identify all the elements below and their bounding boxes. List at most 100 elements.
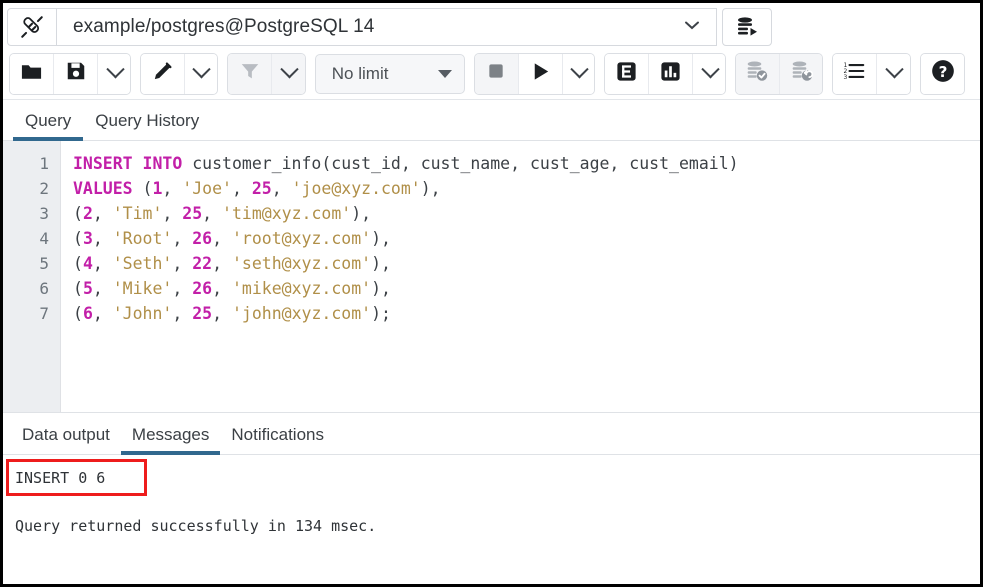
pencil-icon <box>151 60 174 88</box>
code-token: ), <box>371 254 391 273</box>
tab-data-output[interactable]: Data output <box>11 425 121 454</box>
code-token: , <box>93 279 113 298</box>
code-token: 26 <box>192 229 212 248</box>
execute-group <box>474 53 596 95</box>
plug-icon <box>7 8 57 46</box>
code-token: , <box>162 179 182 198</box>
editor-line-number-gutter: 1234567 <box>3 141 61 412</box>
code-line: (5, 'Mike', 26, 'mike@xyz.com'), <box>73 276 980 301</box>
filter-options-button[interactable] <box>272 54 306 94</box>
explain-group <box>604 53 726 95</box>
line-number: 7 <box>3 301 60 326</box>
commit-button[interactable] <box>736 54 780 94</box>
code-token: , <box>172 254 192 273</box>
explain-e-icon <box>615 60 638 88</box>
line-number: 1 <box>3 151 60 176</box>
tab-notifications[interactable]: Notifications <box>220 425 335 454</box>
code-token: 3 <box>83 229 93 248</box>
save-floppy-icon <box>65 60 87 87</box>
explain-analyze-button[interactable] <box>649 54 693 94</box>
tab-query[interactable]: Query <box>13 111 83 140</box>
code-token: VALUES <box>73 179 133 198</box>
code-token: , <box>162 204 182 223</box>
bar-chart-icon <box>659 60 682 88</box>
code-token: 'John' <box>113 304 173 323</box>
execute-query-button[interactable] <box>519 54 563 94</box>
code-token: 'joe@xyz.com' <box>292 179 421 198</box>
code-token: , <box>93 304 113 323</box>
connection-bar: example/postgres@PostgreSQL 14 <box>3 3 980 48</box>
code-token: , <box>172 279 192 298</box>
code-token: ), <box>371 279 391 298</box>
database-check-icon <box>745 59 769 88</box>
execute-options-button[interactable] <box>563 54 596 94</box>
code-token: 25 <box>182 204 202 223</box>
code-line: VALUES (1, 'Joe', 25, 'joe@xyz.com'), <box>73 176 980 201</box>
code-token: ( <box>73 279 83 298</box>
row-limit-select[interactable]: No limit <box>315 54 465 94</box>
edit-button[interactable] <box>141 54 185 94</box>
code-token: ( <box>133 179 153 198</box>
open-file-button[interactable] <box>10 54 54 94</box>
code-token: , <box>272 179 292 198</box>
tab-messages[interactable]: Messages <box>121 425 220 454</box>
code-token: 'seth@xyz.com' <box>232 254 371 273</box>
code-token: ); <box>371 304 391 323</box>
macros-options-button[interactable] <box>877 54 911 94</box>
chevron-down-icon <box>570 60 588 78</box>
code-token: 'mike@xyz.com' <box>232 279 371 298</box>
help-button[interactable]: ? <box>921 54 965 94</box>
code-line: (6, 'John', 25, 'john@xyz.com'); <box>73 301 980 326</box>
editor-code-area[interactable]: INSERT INTO customer_info(cust_id, cust_… <box>61 141 980 412</box>
macros-button[interactable]: 1 2 3 <box>833 54 877 94</box>
code-token: , <box>232 179 252 198</box>
query-tab-bar: Query Query History <box>3 100 980 141</box>
code-line: (2, 'Tim', 25, 'tim@xyz.com'), <box>73 201 980 226</box>
stop-query-button[interactable] <box>475 54 519 94</box>
database-connect-icon[interactable] <box>722 8 772 46</box>
connection-title: example/postgres@PostgreSQL 14 <box>73 16 374 38</box>
question-circle-icon: ? <box>930 58 956 89</box>
edit-options-button[interactable] <box>185 54 219 94</box>
folder-icon <box>20 60 43 88</box>
help-group: ? <box>920 53 965 95</box>
code-token: , <box>172 304 192 323</box>
line-number: 6 <box>3 276 60 301</box>
code-token: 'john@xyz.com' <box>232 304 371 323</box>
tab-query-history[interactable]: Query History <box>83 111 211 140</box>
chevron-down-icon <box>885 60 903 78</box>
save-options-button[interactable] <box>98 54 131 94</box>
code-token: , <box>93 204 113 223</box>
filter-button[interactable] <box>228 54 272 94</box>
code-token: 25 <box>192 304 212 323</box>
query-toolbar: No limit <box>3 48 980 100</box>
sql-editor[interactable]: 1234567 INSERT INTO customer_info(cust_i… <box>3 141 980 413</box>
chevron-down-icon[interactable] <box>682 15 702 40</box>
filter-funnel-icon <box>239 60 261 87</box>
code-token: 22 <box>192 254 212 273</box>
save-file-button[interactable] <box>54 54 98 94</box>
code-token: 5 <box>83 279 93 298</box>
rollback-button[interactable] <box>780 54 823 94</box>
code-token: , <box>212 254 232 273</box>
code-token: , <box>172 229 192 248</box>
code-line: INSERT INTO customer_info(cust_id, cust_… <box>73 151 980 176</box>
line-number: 3 <box>3 201 60 226</box>
code-token: ( <box>73 254 83 273</box>
code-token: 'Tim' <box>113 204 163 223</box>
explain-button[interactable] <box>605 54 649 94</box>
code-token: ), <box>351 204 371 223</box>
code-token: , <box>212 229 232 248</box>
code-token: 2 <box>83 204 93 223</box>
code-token: ( <box>73 204 83 223</box>
line-number: 4 <box>3 226 60 251</box>
line-number: 2 <box>3 176 60 201</box>
line-number: 5 <box>3 251 60 276</box>
pgadmin-query-tool-window: example/postgres@PostgreSQL 14 <box>0 0 983 587</box>
explain-options-button[interactable] <box>693 54 726 94</box>
connection-select[interactable]: example/postgres@PostgreSQL 14 <box>57 8 717 46</box>
stop-square-icon <box>486 61 506 86</box>
row-limit-value: No limit <box>332 64 389 84</box>
code-token: 'Mike' <box>113 279 173 298</box>
filter-group <box>227 53 306 95</box>
